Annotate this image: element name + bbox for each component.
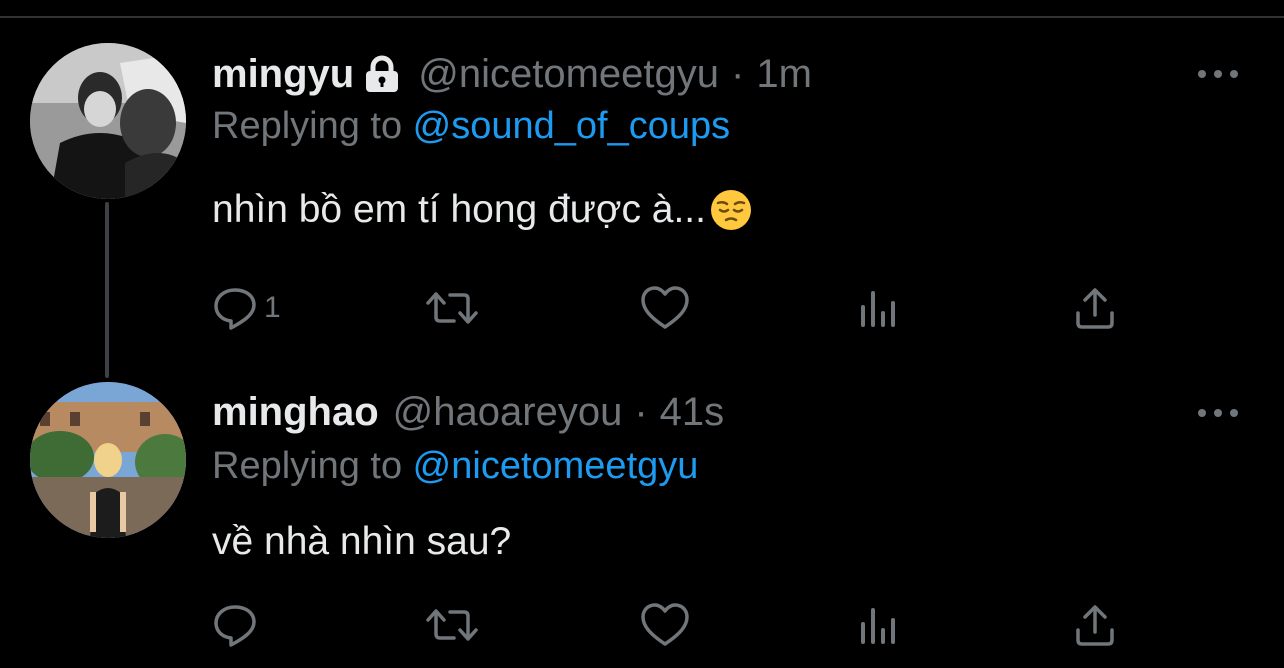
- tweet-text-content: về nhà nhìn sau?: [212, 520, 512, 563]
- retweet-icon: [424, 285, 480, 331]
- avatar[interactable]: [30, 43, 186, 199]
- separator: ·: [634, 389, 648, 434]
- views-icon: [857, 285, 901, 331]
- more-icon[interactable]: [1198, 403, 1238, 423]
- reply-button[interactable]: 1: [212, 283, 281, 333]
- display-name[interactable]: mingyu: [212, 52, 354, 97]
- tweet-text-content: nhìn bồ em tí hong được à...: [212, 188, 706, 231]
- retweet-button[interactable]: [424, 283, 486, 333]
- reply-icon: [212, 602, 258, 648]
- retweet-icon: [424, 602, 480, 648]
- timestamp[interactable]: 41s: [660, 390, 725, 435]
- tweet[interactable]: minghao @haoareyou · 41s Replying to @ni…: [0, 348, 1284, 668]
- views-button[interactable]: [857, 283, 901, 333]
- share-icon: [1072, 602, 1118, 648]
- views-icon: [857, 602, 901, 648]
- share-button[interactable]: [1072, 600, 1118, 650]
- share-button[interactable]: [1072, 283, 1118, 333]
- handle[interactable]: @haoareyou: [393, 390, 623, 435]
- like-button[interactable]: [640, 600, 696, 650]
- retweet-button[interactable]: [424, 600, 486, 650]
- replying-to-mention[interactable]: @nicetomeetgyu: [413, 445, 699, 487]
- tweet-header: minghao @haoareyou · 41s: [212, 382, 724, 442]
- reply-button[interactable]: [212, 600, 264, 650]
- more-icon[interactable]: [1198, 64, 1238, 84]
- tweet-header: mingyu @nicetomeetgyu · 1m: [212, 44, 812, 104]
- reply-icon: [212, 285, 258, 331]
- reply-count: 1: [264, 291, 281, 324]
- share-icon: [1072, 285, 1118, 331]
- like-button[interactable]: [640, 283, 696, 333]
- like-icon: [640, 602, 690, 648]
- tweet-actions: [212, 600, 1132, 650]
- replying-prefix: Replying to: [212, 105, 413, 147]
- avatar[interactable]: [30, 382, 186, 538]
- like-icon: [640, 285, 690, 331]
- display-name[interactable]: minghao: [212, 390, 379, 435]
- tweet-actions: 1: [212, 283, 1132, 333]
- lock-icon: [362, 55, 402, 93]
- tweet-text: nhìn bồ em tí hong được à...: [212, 188, 752, 232]
- tweet-text: về nhà nhìn sau?: [212, 520, 511, 564]
- separator: ·: [731, 51, 745, 96]
- pensive-face-icon: [710, 189, 752, 231]
- timestamp[interactable]: 1m: [756, 52, 812, 97]
- replying-to-mention[interactable]: @sound_of_coups: [413, 105, 730, 147]
- tweet[interactable]: mingyu @nicetomeetgyu · 1m Replying to @…: [0, 0, 1284, 378]
- handle[interactable]: @nicetomeetgyu: [418, 52, 719, 97]
- replying-prefix: Replying to: [212, 445, 413, 487]
- replying-to: Replying to @nicetomeetgyu: [212, 445, 698, 488]
- replying-to: Replying to @sound_of_coups: [212, 105, 730, 148]
- views-button[interactable]: [857, 600, 901, 650]
